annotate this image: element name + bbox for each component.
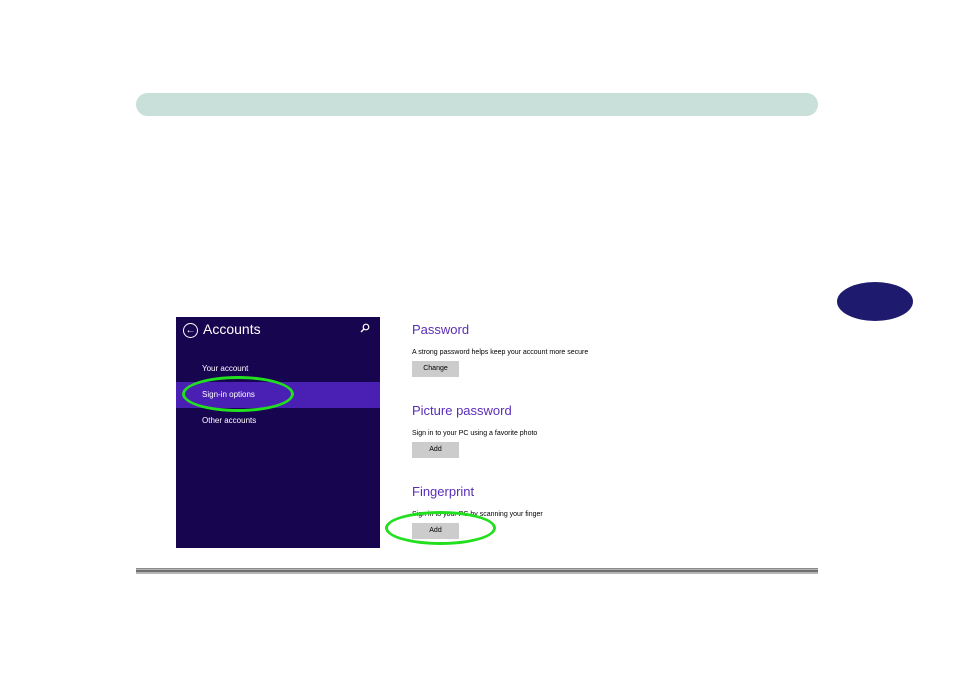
sign-in-options-pane: Password A strong password helps keep yo… xyxy=(380,317,796,548)
fingerprint-heading: Fingerprint xyxy=(412,484,475,499)
add-picture-password-button[interactable]: Add xyxy=(412,442,459,458)
header-bar xyxy=(136,93,818,116)
chapter-tab xyxy=(837,282,913,321)
footer-rule xyxy=(136,568,818,574)
nav-item-your-account[interactable]: Your account xyxy=(176,356,380,382)
change-password-button[interactable]: Change xyxy=(412,361,459,377)
add-fingerprint-button[interactable]: Add xyxy=(412,523,459,539)
password-heading: Password xyxy=(412,322,470,337)
picture-password-heading: Picture password xyxy=(412,403,512,418)
search-icon[interactable] xyxy=(360,323,370,333)
accounts-nav-pane: ← Accounts Your account Sign-in options … xyxy=(176,317,380,548)
back-arrow-icon[interactable]: ← xyxy=(183,323,198,338)
manual-page: ← Accounts Your account Sign-in options … xyxy=(0,0,954,673)
fingerprint-description: Sign in to your PC by scanning your fing… xyxy=(412,511,543,518)
picture-password-description: Sign in to your PC using a favorite phot… xyxy=(412,430,538,437)
pane-title: Accounts xyxy=(203,321,261,337)
settings-screenshot: ← Accounts Your account Sign-in options … xyxy=(176,317,796,548)
nav-item-sign-in-options[interactable]: Sign-in options xyxy=(176,382,380,408)
nav-item-other-accounts[interactable]: Other accounts xyxy=(176,408,380,434)
password-description: A strong password helps keep your accoun… xyxy=(412,349,589,356)
